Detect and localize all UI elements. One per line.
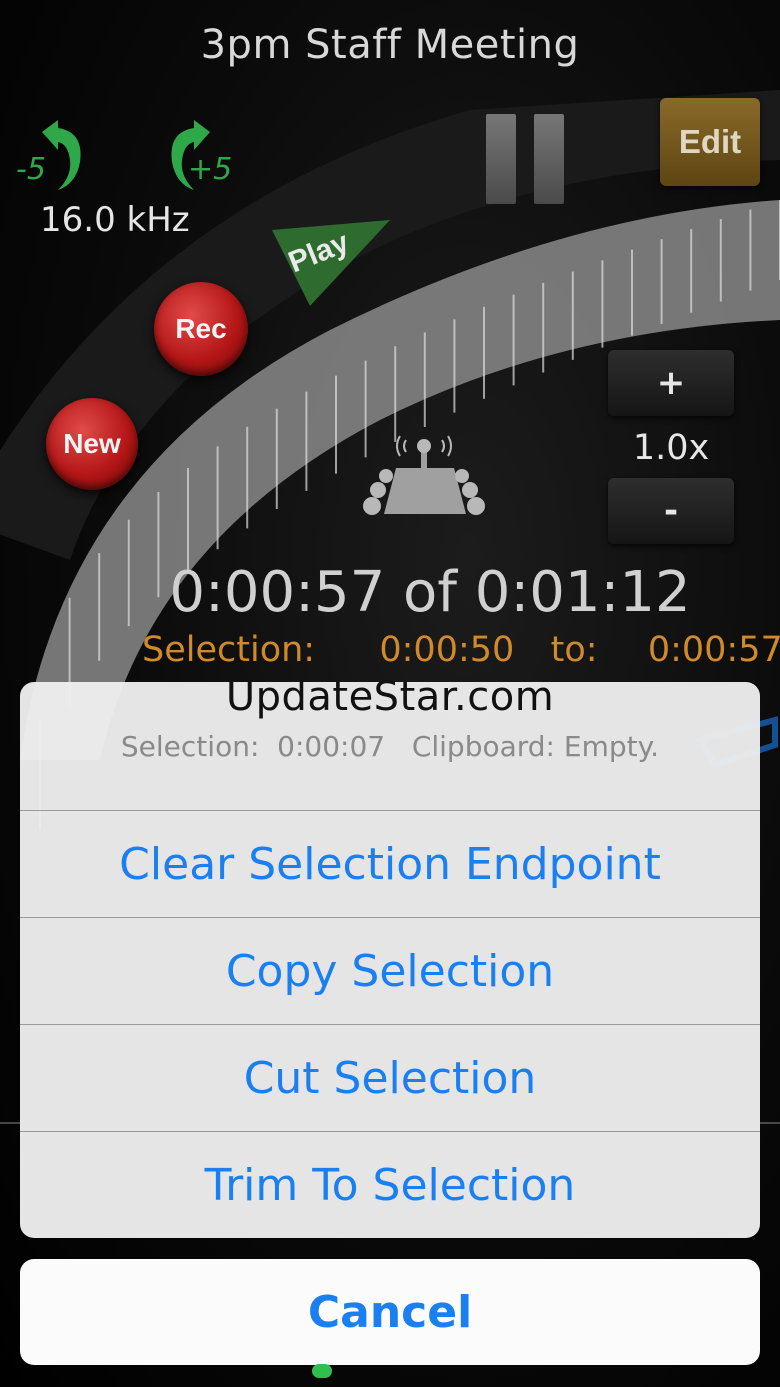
playback-time: 0:00:57 of 0:01:12 [169, 560, 691, 625]
pause-button[interactable] [486, 114, 566, 204]
skip-forward-label: +5 [188, 152, 233, 187]
skip-back-button[interactable]: -5 [14, 118, 94, 198]
zoom-in-button[interactable]: + [608, 350, 734, 416]
selection-end[interactable]: 0:00:57 [648, 630, 780, 670]
skip-back-label: -5 [16, 152, 46, 187]
play-button[interactable]: Play [272, 218, 392, 308]
zoom-level: 1.0x [632, 428, 710, 468]
status-indicator [312, 1364, 332, 1378]
skip-forward-button[interactable]: +5 [158, 118, 238, 198]
selection-to-label: to: [550, 630, 598, 670]
watermark: UpdateStar.com [225, 674, 555, 720]
selection-range: Selection: 0:00:50 to: 0:00:57 [142, 630, 780, 670]
cancel-button[interactable]: Cancel [20, 1259, 760, 1365]
selection-label: Selection: [142, 630, 316, 670]
clear-selection-endpoint-button[interactable]: Clear Selection Endpoint [20, 811, 760, 918]
record-button[interactable]: Rec [154, 282, 248, 376]
trim-to-selection-button[interactable]: Trim To Selection [20, 1132, 760, 1238]
recording-title: 3pm Staff Meeting [200, 22, 580, 68]
copy-selection-button[interactable]: Copy Selection [20, 918, 760, 1025]
action-sheet: Selection: 0:00:07 Clipboard: Empty. Cle… [20, 682, 760, 1238]
new-button[interactable]: New [46, 398, 138, 490]
selection-start[interactable]: 0:00:50 [379, 630, 514, 670]
microphone-podium-icon [363, 435, 485, 515]
edit-button[interactable]: Edit [660, 98, 760, 186]
cut-selection-button[interactable]: Cut Selection [20, 1025, 760, 1132]
zoom-out-button[interactable]: - [608, 478, 734, 544]
sample-rate: 16.0 kHz [40, 200, 190, 240]
